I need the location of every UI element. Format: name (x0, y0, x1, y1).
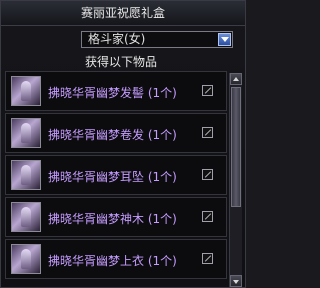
list-item[interactable]: 拂晓华胥幽梦耳坠 (1个) (5, 155, 227, 195)
item-name: 拂晓华胥幽梦发髻 (1个) (48, 86, 177, 100)
items-header: 获得以下物品 (85, 55, 158, 69)
item-checkbox[interactable] (202, 127, 213, 138)
item-checkbox[interactable] (202, 253, 213, 264)
gift-box-window: 赛丽亚祝愿礼盒 格斗家(女) 获得以下物品 拂晓华胥幽梦发髻 (1个) 拂晓华胥… (0, 0, 246, 288)
scrollbar-thumb[interactable] (231, 87, 241, 207)
list-scrollbar[interactable] (229, 73, 242, 287)
item-checkbox[interactable] (202, 169, 213, 180)
item-name: 拂晓华胥幽梦卷发 (1个) (48, 128, 177, 142)
chevron-down-icon[interactable] (218, 33, 231, 46)
item-thumbnail-icon (11, 202, 41, 232)
item-thumbnail-icon (11, 76, 41, 106)
item-thumbnail-icon (11, 118, 41, 148)
list-item[interactable]: 拂晓华胥幽梦神木 (1个) (5, 197, 227, 237)
item-checkbox[interactable] (202, 211, 213, 222)
window-title: 赛丽亚祝愿礼盒 (1, 1, 245, 26)
item-name: 拂晓华胥幽梦上衣 (1个) (48, 254, 177, 268)
item-name: 拂晓华胥幽梦耳坠 (1个) (48, 170, 177, 184)
scroll-up-icon[interactable] (230, 73, 242, 85)
item-name: 拂晓华胥幽梦神木 (1个) (48, 212, 177, 226)
list-item[interactable]: 拂晓华胥幽梦发髻 (1个) (5, 71, 227, 111)
item-checkbox[interactable] (202, 85, 213, 96)
class-select-dropdown[interactable]: 格斗家(女) (81, 31, 233, 48)
item-thumbnail-icon (11, 244, 41, 274)
scroll-down-icon[interactable] (230, 275, 242, 287)
list-item[interactable]: 拂晓华胥幽梦卷发 (1个) (5, 113, 227, 153)
item-thumbnail-icon (11, 160, 41, 190)
item-list: 拂晓华胥幽梦发髻 (1个) 拂晓华胥幽梦卷发 (1个) 拂晓华胥幽梦耳坠 (1个… (5, 71, 241, 287)
dropdown-selected-value: 格斗家(女) (88, 32, 146, 46)
list-item[interactable]: 拂晓华胥幽梦上衣 (1个) (5, 239, 227, 279)
